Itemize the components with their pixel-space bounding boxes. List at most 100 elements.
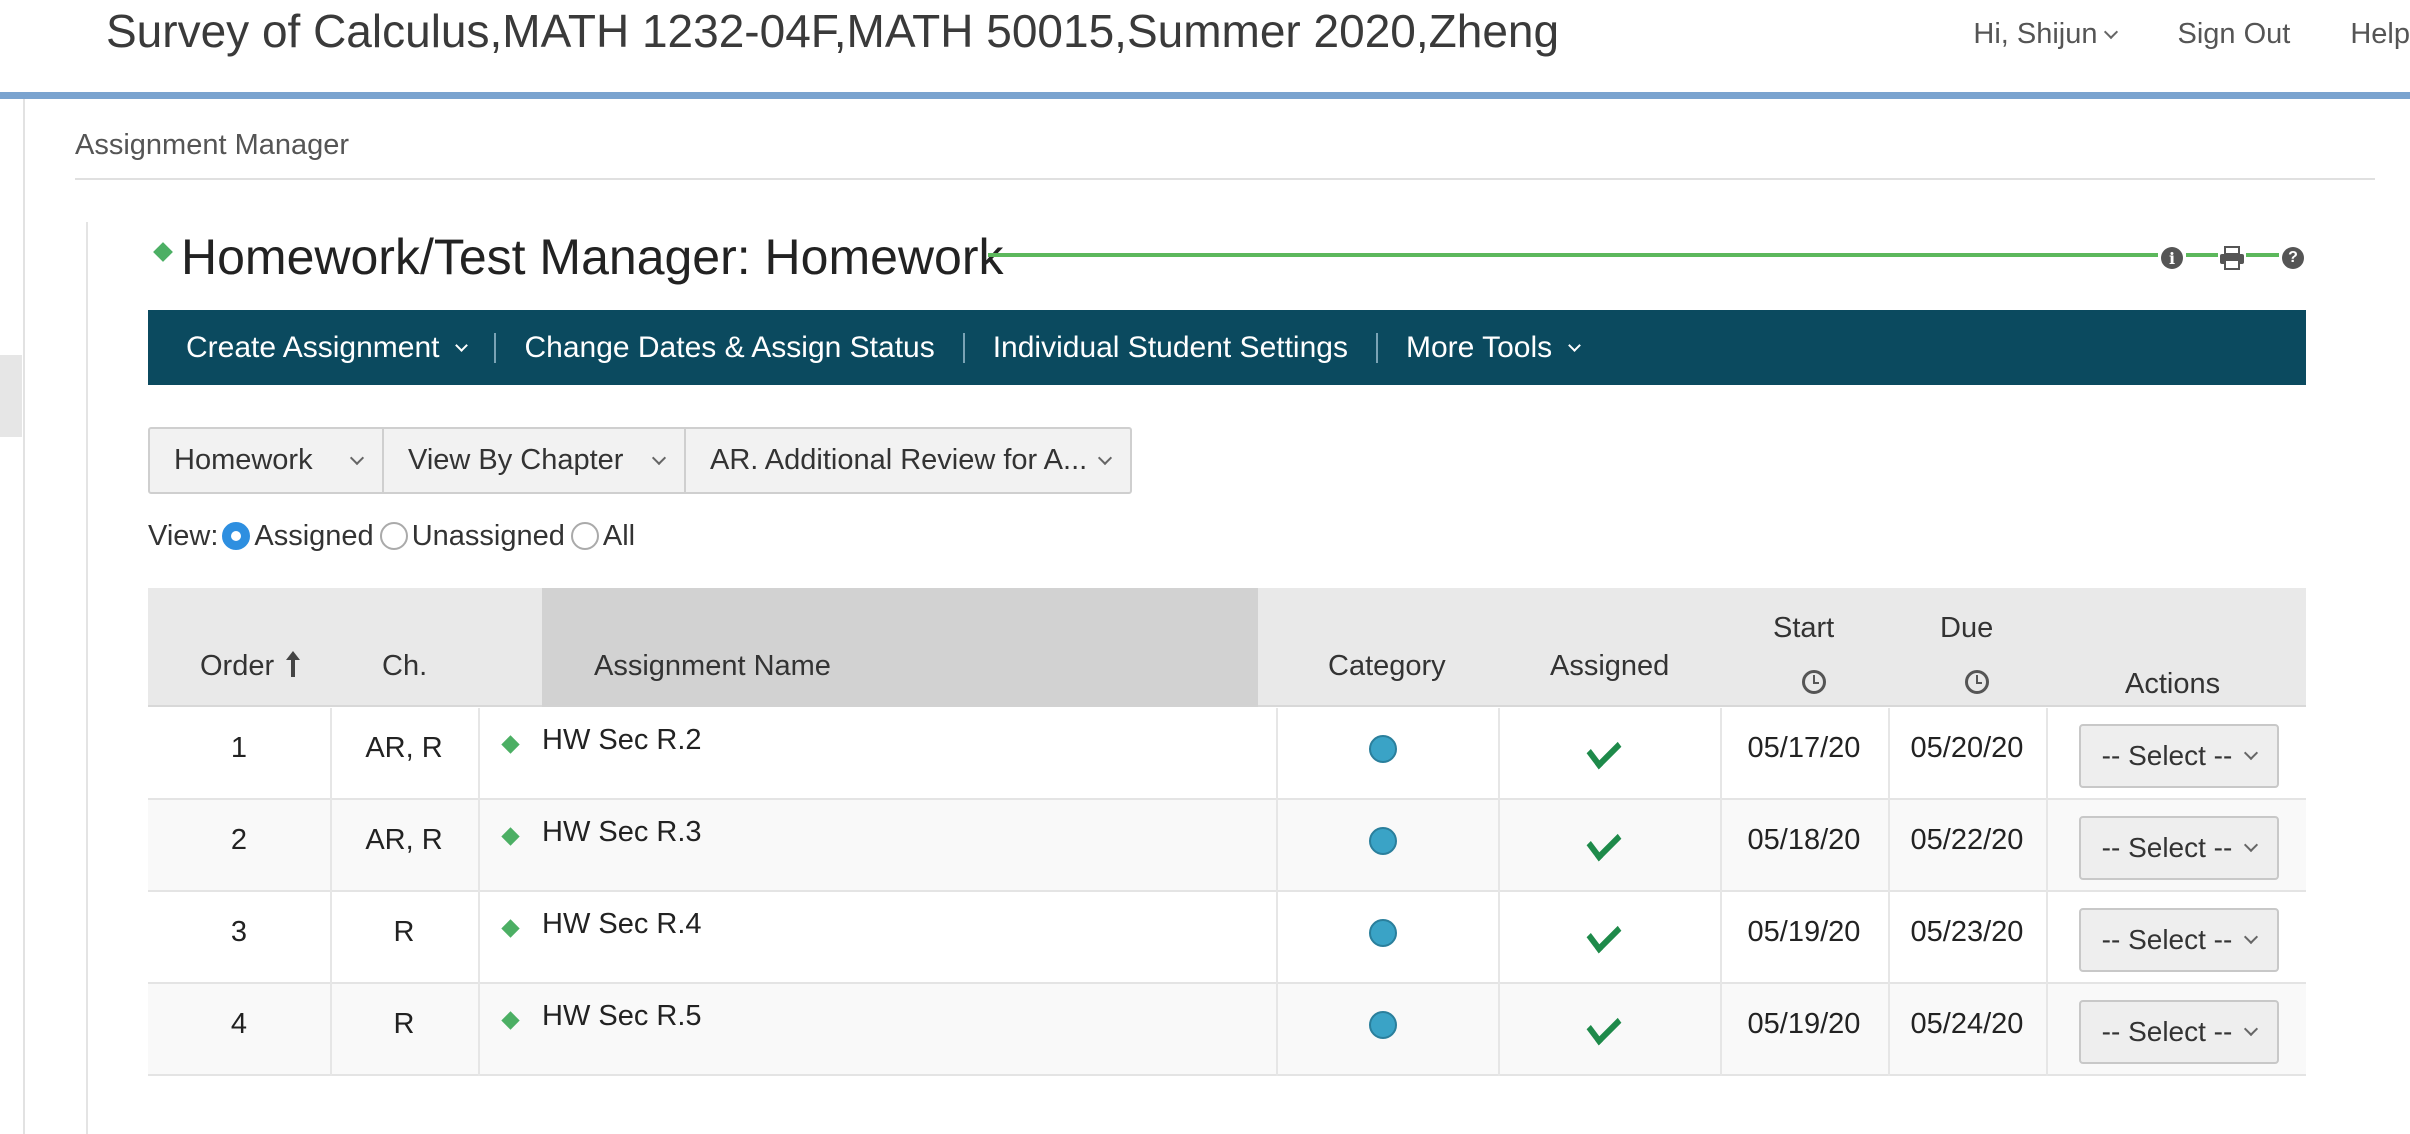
sidebar-toggle[interactable] xyxy=(0,355,22,437)
assigned-check-icon xyxy=(1586,822,1622,862)
assigned-check-icon xyxy=(1586,1006,1622,1046)
row-order: 3 xyxy=(230,916,248,948)
help-link[interactable]: Help xyxy=(2350,18,2410,51)
chevron-down-icon xyxy=(1097,450,1113,465)
table-header: Order Ch. Assignment Name Category Assig… xyxy=(148,588,2306,707)
category-dot-icon xyxy=(1369,919,1397,947)
header-divider xyxy=(0,92,2410,99)
assignment-diamond-icon xyxy=(501,919,520,938)
category-dot-icon xyxy=(1369,735,1397,763)
assignment-name-link[interactable]: HW Sec R.2 xyxy=(542,724,702,757)
row-chapter: R xyxy=(393,916,415,948)
radio-assigned-label[interactable]: Assigned xyxy=(254,520,373,553)
top-header: Survey of Calculus,MATH 1232-04F,MATH 50… xyxy=(0,0,2410,92)
row-start-date: 05/18/20 xyxy=(1747,824,1861,856)
assignment-type-select[interactable]: Homework xyxy=(150,429,384,492)
column-order-label: Order xyxy=(200,650,275,682)
row-actions-label: -- Select -- xyxy=(2101,924,2233,955)
user-nav: Hi, Shijun Sign Out Help xyxy=(1973,14,2410,54)
clock-icon xyxy=(1965,670,1989,694)
chevron-down-icon xyxy=(2103,24,2118,40)
chevron-down-icon xyxy=(2244,745,2259,761)
row-start-date: 05/19/20 xyxy=(1747,1008,1861,1040)
view-label: View: xyxy=(148,519,219,552)
category-dot-icon xyxy=(1369,827,1397,855)
row-due-date: 05/23/20 xyxy=(1910,916,2024,948)
row-start-date: 05/19/20 xyxy=(1747,916,1861,948)
chapter-value: AR. Additional Review for A... xyxy=(710,444,1088,476)
row-order: 1 xyxy=(230,732,248,764)
row-chapter: R xyxy=(393,1008,415,1040)
assignment-diamond-icon xyxy=(501,735,520,754)
individual-settings-button[interactable]: Individual Student Settings xyxy=(965,331,1376,365)
chevron-down-icon xyxy=(2244,1021,2259,1037)
radio-assigned[interactable] xyxy=(222,522,251,550)
user-menu[interactable]: Hi, Shijun xyxy=(1973,18,2118,51)
assignment-diamond-icon xyxy=(501,1011,520,1030)
category-dot-icon xyxy=(1369,1011,1397,1039)
column-order[interactable]: Order xyxy=(200,650,301,683)
column-start[interactable]: Start xyxy=(1773,612,1834,645)
row-actions-select[interactable]: -- Select -- xyxy=(2079,724,2279,788)
table-row: 4 R HW Sec R.5 05/19/20 05/24/20 -- Sele… xyxy=(148,984,2306,1076)
column-category[interactable]: Category xyxy=(1328,650,1446,683)
course-title: Survey of Calculus,MATH 1232-04F,MATH 50… xyxy=(106,5,1560,57)
breadcrumb[interactable]: Assignment Manager xyxy=(75,129,349,162)
row-due-date: 05/22/20 xyxy=(1910,824,2024,856)
column-assigned[interactable]: Assigned xyxy=(1550,650,1669,683)
row-actions-label: -- Select -- xyxy=(2101,832,2233,863)
breadcrumb-divider xyxy=(75,178,2375,180)
info-icon[interactable]: i xyxy=(2158,244,2186,272)
assignment-name-link[interactable]: HW Sec R.3 xyxy=(542,816,702,849)
more-tools-label: More Tools xyxy=(1405,330,1553,364)
filter-bar: Homework View By Chapter AR. Additional … xyxy=(148,427,1132,494)
chevron-down-icon xyxy=(651,450,667,465)
view-by-value: View By Chapter xyxy=(408,444,624,476)
view-by-select[interactable]: View By Chapter xyxy=(384,429,686,492)
row-actions-select[interactable]: -- Select -- xyxy=(2079,1000,2279,1064)
sorted-column-highlight xyxy=(542,588,1258,707)
row-chapter: AR, R xyxy=(365,732,443,764)
table-row: 1 AR, R HW Sec R.2 05/17/20 05/20/20 -- … xyxy=(148,708,2306,800)
assigned-check-icon xyxy=(1586,730,1622,770)
row-start-date: 05/17/20 xyxy=(1747,732,1861,764)
assignment-diamond-icon xyxy=(501,827,520,846)
assignment-name-link[interactable]: HW Sec R.4 xyxy=(542,908,702,941)
row-actions-select[interactable]: -- Select -- xyxy=(2079,908,2279,972)
radio-unassigned-label[interactable]: Unassigned xyxy=(412,520,565,553)
row-actions-select[interactable]: -- Select -- xyxy=(2079,816,2279,880)
column-due[interactable]: Due xyxy=(1940,612,1993,645)
row-actions-label: -- Select -- xyxy=(2101,1016,2233,1047)
help-icon[interactable]: ? xyxy=(2279,244,2307,272)
sign-out-link[interactable]: Sign Out xyxy=(2178,18,2291,51)
sort-ascending-icon xyxy=(286,651,301,677)
print-icon[interactable] xyxy=(2218,244,2246,272)
change-dates-button[interactable]: Change Dates & Assign Status xyxy=(496,331,962,365)
more-tools-menu[interactable]: More Tools xyxy=(1378,331,1607,365)
assignment-toolbar: Create Assignment Change Dates & Assign … xyxy=(148,310,2306,385)
chevron-down-icon xyxy=(2244,929,2259,945)
create-assignment-label: Create Assignment xyxy=(186,330,440,364)
view-filter: View: Assigned Unassigned All xyxy=(148,518,635,554)
chapter-select[interactable]: AR. Additional Review for A... xyxy=(686,429,1130,492)
sidebar-border xyxy=(23,99,25,1134)
individual-settings-label: Individual Student Settings xyxy=(992,330,1348,364)
table-row: 2 AR, R HW Sec R.3 05/18/20 05/22/20 -- … xyxy=(148,800,2306,892)
chevron-down-icon xyxy=(1568,338,1582,352)
title-rule xyxy=(988,253,2306,257)
radio-all-label[interactable]: All xyxy=(603,520,635,553)
column-chapter[interactable]: Ch. xyxy=(382,650,427,683)
table-row: 3 R HW Sec R.4 05/19/20 05/23/20 -- Sele… xyxy=(148,892,2306,984)
column-assignment-name[interactable]: Assignment Name xyxy=(594,650,831,683)
radio-unassigned[interactable] xyxy=(379,522,408,550)
content-border xyxy=(86,222,88,1134)
change-dates-label: Change Dates & Assign Status xyxy=(524,330,935,364)
row-due-date: 05/20/20 xyxy=(1910,732,2024,764)
row-order: 4 xyxy=(230,1008,248,1040)
create-assignment-menu[interactable]: Create Assignment xyxy=(148,331,494,365)
chevron-down-icon xyxy=(349,450,365,465)
page-title: Homework/Test Manager: Homework xyxy=(181,229,1004,285)
clock-icon xyxy=(1802,670,1826,694)
assignment-name-link[interactable]: HW Sec R.5 xyxy=(542,1000,702,1033)
radio-all[interactable] xyxy=(570,522,599,550)
